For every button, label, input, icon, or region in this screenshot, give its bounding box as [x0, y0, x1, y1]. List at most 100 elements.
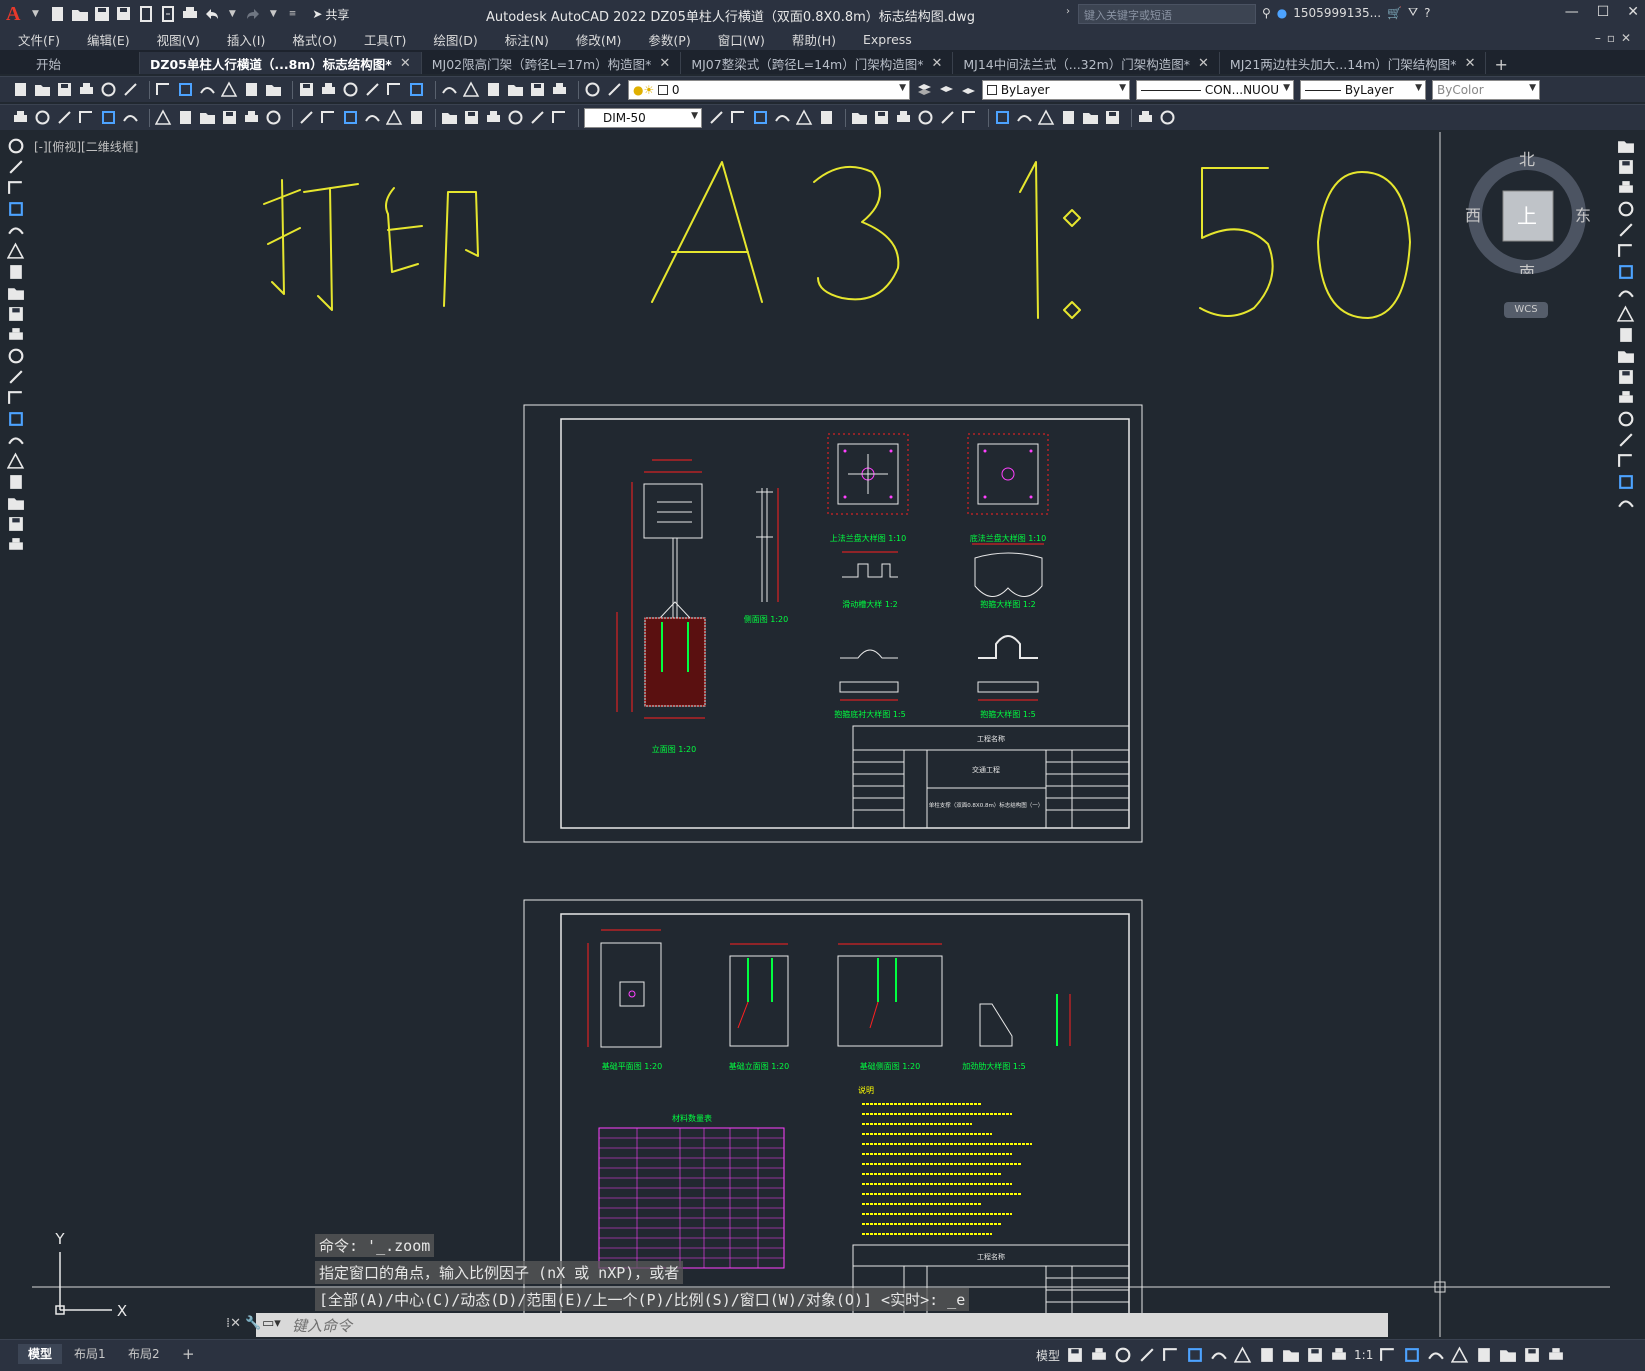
snap-icon[interactable]	[1090, 1346, 1108, 1364]
dimension-tool-22-icon[interactable]	[529, 109, 546, 126]
undo-dropdown-icon[interactable]: ▼	[229, 9, 236, 19]
standard-tool-9-icon[interactable]	[220, 81, 238, 98]
user-icon[interactable]: ●	[1277, 6, 1287, 20]
minimize-icon[interactable]: —	[1565, 4, 1579, 20]
modify-tool-0-icon[interactable]	[1617, 137, 1635, 155]
standard-tool-13-icon[interactable]	[320, 81, 337, 98]
draw-tool-15-icon[interactable]	[6, 452, 25, 470]
menu-item-3[interactable]: 插入(I)	[227, 30, 265, 49]
dimension-tool-6-icon[interactable]	[154, 109, 172, 126]
search-chevron-icon[interactable]: ›	[1066, 6, 1070, 17]
draw-tool-11-icon[interactable]	[7, 368, 25, 386]
doc-window-controls[interactable]: –▫✕	[1595, 31, 1637, 45]
modify-tool-15-icon[interactable]	[1617, 452, 1635, 470]
ortho-icon[interactable]	[1114, 1346, 1132, 1364]
annotation-autoscale-icon[interactable]	[1330, 1346, 1348, 1364]
linetype-dropdown[interactable]: CON...NUOU ▼	[1136, 79, 1294, 100]
standard-tool-18-icon[interactable]	[441, 81, 458, 98]
standard-tool-6-icon[interactable]	[155, 81, 172, 98]
standard-tool-14-icon[interactable]	[342, 81, 359, 98]
modify-tool-0-icon[interactable]	[708, 109, 725, 126]
draw-tool-9-icon[interactable]	[7, 326, 25, 344]
menu-item-5[interactable]: 工具(T)	[364, 30, 406, 49]
dimension-tool-0-icon[interactable]	[12, 109, 29, 126]
color-dropdown[interactable]: ByLayer ▼	[982, 79, 1130, 100]
menu-item-6[interactable]: 绘图(D)	[433, 30, 477, 49]
dimension-tool-16-icon[interactable]	[385, 109, 403, 126]
tab-layout1[interactable]: 布局1	[64, 1344, 116, 1364]
new-tab-icon[interactable]: +	[1494, 55, 1507, 74]
open-file-icon[interactable]	[71, 6, 89, 22]
share-button[interactable]: ➤ 共享	[312, 6, 349, 23]
command-prompt-icon[interactable]: ▭▾	[262, 1316, 281, 1331]
grid-icon[interactable]	[1066, 1346, 1084, 1364]
draw-tool-5-icon[interactable]	[6, 242, 25, 260]
standard-tool-21-icon[interactable]	[507, 81, 524, 98]
dimension-tool-17-icon[interactable]	[408, 109, 425, 126]
standard-tool-16-icon[interactable]	[386, 81, 403, 98]
standard-tool-3-icon[interactable]	[78, 81, 95, 98]
standard-tool-11-icon[interactable]	[265, 81, 282, 98]
hardware-accel-icon[interactable]	[1499, 1346, 1517, 1364]
draw-tool-3-icon[interactable]	[7, 200, 25, 218]
model-space-label[interactable]: 模型	[1036, 1347, 1060, 1364]
modify-tool-10-icon[interactable]	[1617, 347, 1635, 365]
menu-item-2[interactable]: 视图(V)	[157, 30, 200, 49]
command-close-icon[interactable]: ⁞✕ 🔧	[226, 1316, 261, 1331]
modify-tool-2-icon[interactable]	[752, 109, 769, 126]
dimension-tool-8-icon[interactable]	[199, 109, 216, 126]
standard-tool-17-icon[interactable]	[408, 81, 425, 98]
isodraw-icon[interactable]	[1162, 1346, 1180, 1364]
lineweight-dropdown[interactable]: ByLayer ▼	[1300, 79, 1426, 100]
dimstyle-dropdown[interactable]: DIM-50 ▼	[584, 107, 702, 128]
dimension-tool-13-icon[interactable]	[320, 109, 337, 126]
osnap-icon[interactable]	[1210, 1346, 1228, 1364]
add-layout-icon[interactable]: +	[172, 1344, 205, 1364]
tab-model[interactable]: 模型	[18, 1344, 63, 1364]
standard-tool-5-icon[interactable]	[122, 81, 139, 98]
doc-tab-2[interactable]: MJ02限高门架（跨径L=17m）构造图* ✕	[422, 52, 682, 74]
command-line[interactable]: ⁞✕ 🔧 ▭▾ 键入命令	[226, 1313, 1388, 1337]
standard-tool-4-icon[interactable]	[100, 81, 117, 98]
lineweight-icon[interactable]	[1233, 1346, 1252, 1364]
layer-properties-icon[interactable]	[916, 81, 933, 98]
modify-tool-16-icon[interactable]	[1082, 109, 1099, 126]
customization-icon[interactable]	[1547, 1346, 1565, 1364]
undo-icon[interactable]	[203, 6, 221, 22]
transparency-icon[interactable]	[1258, 1346, 1276, 1364]
doc-tab-3[interactable]: MJ07整梁式（跨径L=14m）门架构造图* ✕	[681, 52, 954, 74]
modify-tool-9-icon[interactable]	[917, 109, 934, 126]
app-menu-caret-icon[interactable]: ▼	[32, 9, 39, 19]
modify-tool-11-icon[interactable]	[1617, 368, 1635, 386]
dimension-tool-9-icon[interactable]	[221, 109, 238, 126]
dimension-tool-21-icon[interactable]	[507, 109, 524, 126]
redo-icon[interactable]	[244, 6, 262, 22]
clean-screen-icon[interactable]	[1523, 1346, 1541, 1364]
customize-qa-icon[interactable]: ≡	[289, 9, 297, 19]
menu-item-7[interactable]: 标注(N)	[505, 30, 549, 49]
standard-tool-0-icon[interactable]	[12, 81, 29, 98]
modify-tool-4-icon[interactable]	[1617, 221, 1635, 239]
doc-tab-1[interactable]: DZ05单柱人行横道（...8m）标志结构图* ✕	[140, 52, 422, 74]
autocad-logo-icon[interactable]: A	[6, 3, 28, 25]
dimension-tool-12-icon[interactable]	[298, 109, 315, 126]
dimension-tool-2-icon[interactable]	[56, 109, 73, 126]
modify-tool-13-icon[interactable]	[1617, 410, 1635, 428]
modify-tool-9-icon[interactable]	[1617, 326, 1635, 344]
plotstyle-dropdown[interactable]: ByColor ▼	[1432, 79, 1540, 100]
draw-tool-14-icon[interactable]	[7, 431, 25, 449]
standard-tool-15-icon[interactable]	[364, 81, 381, 98]
workspace-icon[interactable]	[1379, 1346, 1397, 1364]
draw-tool-4-icon[interactable]	[7, 221, 25, 239]
standard-tool-19-icon[interactable]	[462, 81, 480, 98]
user-name[interactable]: 1505999135...	[1293, 6, 1381, 20]
modify-tool-1-icon[interactable]	[1617, 158, 1635, 176]
help-icon[interactable]: ?	[1424, 6, 1430, 20]
tab-layout2[interactable]: 布局2	[118, 1344, 170, 1364]
tab-close-icon[interactable]: ✕	[1465, 56, 1476, 71]
standard-tool-8-icon[interactable]	[199, 81, 216, 98]
modify-tool-18-icon[interactable]	[1137, 109, 1154, 126]
modify-tool-11-icon[interactable]	[961, 109, 978, 126]
draw-tool-16-icon[interactable]	[7, 473, 25, 491]
drawing-canvas[interactable]: [-][俯视][二维线框] 立面图 1:20 侧面图 1:20 上法兰盘大样图 …	[32, 132, 1610, 1337]
